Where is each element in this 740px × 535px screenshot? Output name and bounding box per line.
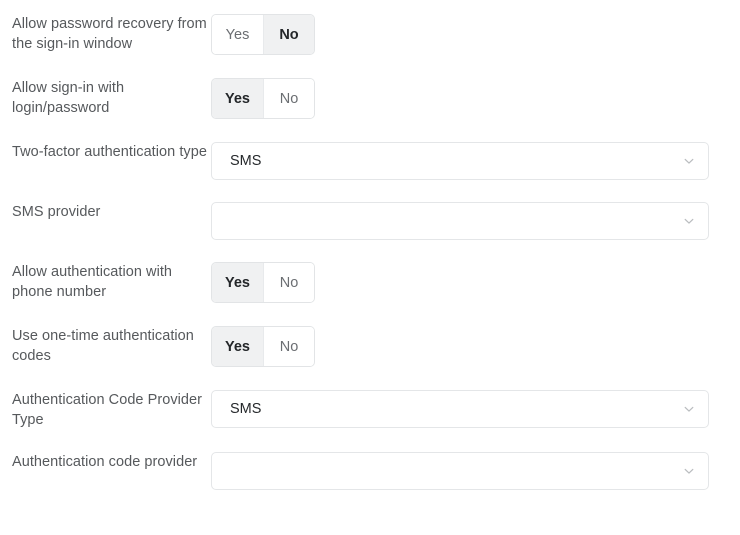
form-row: Allow password recovery from the sign-in… [0,14,740,55]
form-row-label-cell: Authentication code provider [0,452,211,472]
chevron-down-icon [683,403,695,415]
form-row-label: SMS provider [12,204,101,220]
dropdown-field[interactable]: SMS [211,142,709,180]
form-row-label-cell: Authentication Code Provider Type [0,390,211,430]
form-row-label-cell: Use one-time authentication codes [0,326,211,366]
yes-no-toggle-group[interactable]: Yes No [211,14,315,55]
form-row: Two-factor authentication type SMS [0,142,740,180]
form-row-control-cell [211,452,740,490]
chevron-down-icon [683,465,695,477]
form-row-control-cell: Yes No [211,326,740,367]
form-row-label-cell: Allow sign-in with login/password [0,78,211,118]
form-row-label: Authentication Code Provider Type [12,392,203,428]
yes-no-toggle-group[interactable]: Yes No [211,262,315,303]
form-row-control-cell [211,202,740,240]
form-row-control-cell: Yes No [211,262,740,303]
form-row-label: Two-factor authentication type [12,144,207,160]
dropdown-value: SMS [230,401,262,417]
toggle-option-no[interactable]: No [263,327,314,366]
form-row: Authentication code provider [0,452,740,490]
form-row-control-cell: SMS [211,390,740,428]
form-row: Authentication Code Provider Type SMS [0,390,740,430]
dropdown-field[interactable]: SMS [211,390,709,428]
yes-no-toggle-group[interactable]: Yes No [211,78,315,119]
form-row-label: Allow password recovery from the sign-in… [12,16,207,52]
form-row: SMS provider [0,202,740,240]
form-row: Allow authentication with phone number Ye… [0,262,740,303]
security-settings-form: Allow password recovery from the sign-in… [0,0,740,490]
form-row-label-cell: Two-factor authentication type [0,142,211,162]
form-row: Use one-time authentication codes Yes No [0,326,740,367]
chevron-down-icon [683,155,695,167]
toggle-option-no[interactable]: No [263,79,314,118]
form-row-control-cell: SMS [211,142,740,180]
form-row-control-cell: Yes No [211,78,740,119]
form-row-label: Authentication code provider [12,454,198,470]
form-row-control-cell: Yes No [211,14,740,55]
toggle-option-no[interactable]: No [263,15,314,54]
form-row-label: Use one-time authentication codes [12,328,194,364]
form-row-label: Allow sign-in with login/password [12,80,125,116]
toggle-option-yes[interactable]: Yes [212,79,263,118]
toggle-option-yes[interactable]: Yes [212,15,263,54]
form-row-label-cell: Allow password recovery from the sign-in… [0,14,211,54]
form-row-label-cell: Allow authentication with phone number [0,262,211,302]
form-row: Allow sign-in with login/password Yes No [0,78,740,119]
dropdown-value: SMS [230,153,262,169]
dropdown-field[interactable] [211,202,709,240]
toggle-option-no[interactable]: No [263,263,314,302]
toggle-option-yes[interactable]: Yes [212,263,263,302]
dropdown-field[interactable] [211,452,709,490]
toggle-option-yes[interactable]: Yes [212,327,263,366]
chevron-down-icon [683,215,695,227]
yes-no-toggle-group[interactable]: Yes No [211,326,315,367]
form-row-label: Allow authentication with phone number [12,264,173,300]
form-row-label-cell: SMS provider [0,202,211,222]
